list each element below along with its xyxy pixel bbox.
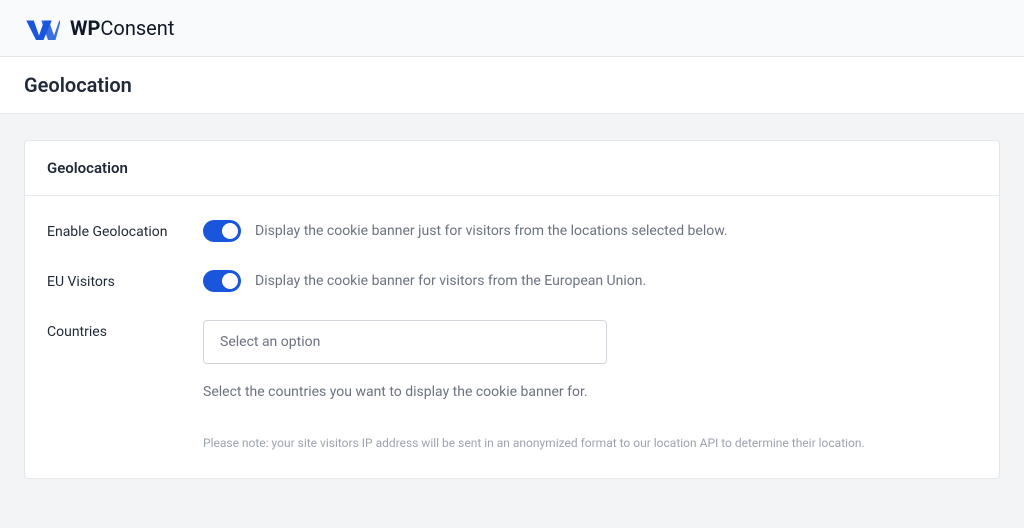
- eu-visitors-row: EU Visitors Display the cookie banner fo…: [47, 270, 977, 292]
- card-body: Enable Geolocation Display the cookie ba…: [25, 196, 999, 478]
- countries-placeholder: Select an option: [220, 334, 320, 350]
- countries-control: Select an option: [203, 320, 977, 364]
- enable-geolocation-toggle[interactable]: [203, 220, 241, 242]
- wpconsent-logo-icon: [24, 14, 60, 42]
- page-title: Geolocation: [24, 73, 1000, 97]
- top-bar: WPConsent: [0, 0, 1024, 57]
- enable-geolocation-description: Display the cookie banner just for visit…: [255, 223, 728, 239]
- enable-geolocation-label: Enable Geolocation: [47, 220, 203, 240]
- countries-row: Countries Select an option: [47, 320, 977, 364]
- brand-logo: WPConsent: [24, 14, 174, 42]
- eu-visitors-toggle[interactable]: [203, 270, 241, 292]
- card-title: Geolocation: [47, 159, 977, 177]
- content-area: Geolocation Enable Geolocation Display t…: [0, 114, 1024, 505]
- brand-name: WPConsent: [70, 16, 174, 40]
- countries-note-text: Please note: your site visitors IP addre…: [203, 436, 977, 450]
- countries-label: Countries: [47, 320, 203, 340]
- brand-suffix: Consent: [100, 16, 174, 40]
- enable-geolocation-row: Enable Geolocation Display the cookie ba…: [47, 220, 977, 242]
- eu-visitors-label: EU Visitors: [47, 270, 203, 290]
- page-header: Geolocation: [0, 57, 1024, 114]
- enable-geolocation-control: Display the cookie banner just for visit…: [203, 220, 977, 242]
- countries-select[interactable]: Select an option: [203, 320, 607, 364]
- eu-visitors-description: Display the cookie banner for visitors f…: [255, 273, 646, 289]
- geolocation-card: Geolocation Enable Geolocation Display t…: [24, 140, 1000, 479]
- card-header: Geolocation: [25, 141, 999, 196]
- countries-helper-text: Select the countries you want to display…: [203, 384, 977, 400]
- eu-visitors-control: Display the cookie banner for visitors f…: [203, 270, 977, 292]
- brand-prefix: WP: [70, 16, 100, 40]
